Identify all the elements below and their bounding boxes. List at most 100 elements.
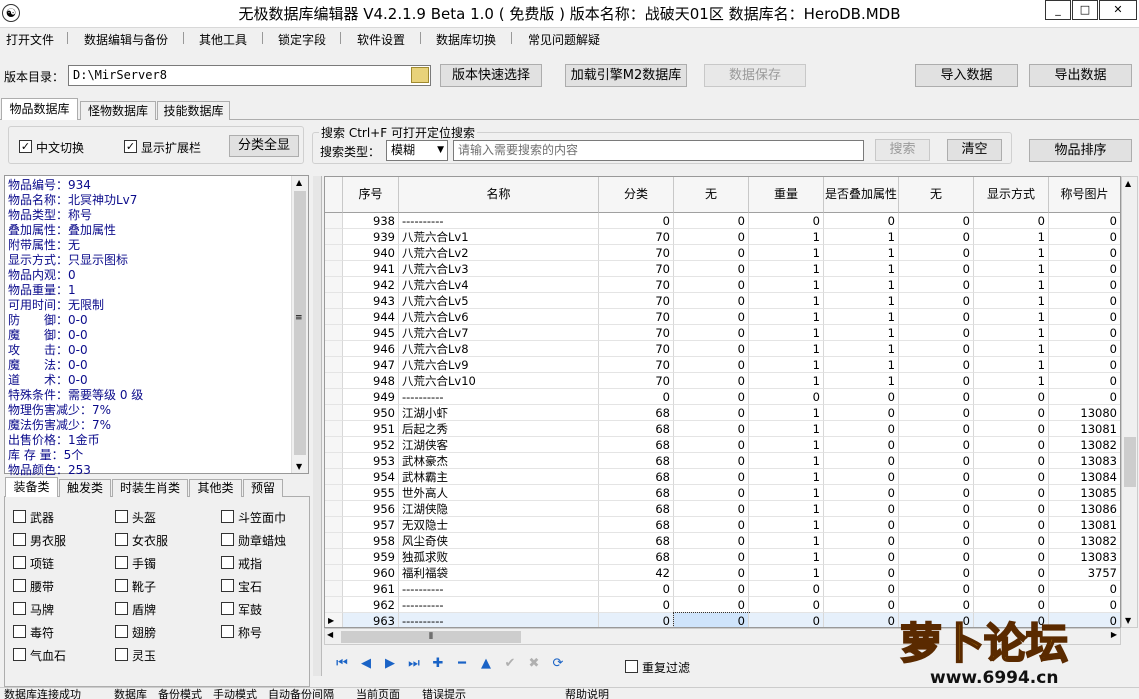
grid-cell[interactable]: 955 <box>343 485 399 501</box>
column-header[interactable]: 无 <box>899 177 974 213</box>
grid-cell[interactable]: 0 <box>824 581 899 597</box>
grid-cell[interactable]: 0 <box>974 533 1049 549</box>
category-checkbox[interactable] <box>13 510 26 523</box>
grid-cell[interactable]: 0 <box>674 373 749 389</box>
grid-cell[interactable]: 0 <box>974 517 1049 533</box>
grid-cell[interactable]: 0 <box>899 277 974 293</box>
grid-cell[interactable]: 0 <box>974 213 1049 229</box>
grid-cell[interactable]: 940 <box>343 245 399 261</box>
grid-cell[interactable]: 0 <box>674 485 749 501</box>
grid-cell[interactable]: 1 <box>824 373 899 389</box>
grid-cell[interactable]: 0 <box>899 533 974 549</box>
row-indicator[interactable] <box>325 389 343 405</box>
grid-cell[interactable]: 0 <box>899 325 974 341</box>
insert-icon[interactable]: ✚ <box>429 656 447 672</box>
grid-cell[interactable]: 0 <box>674 277 749 293</box>
grid-cell[interactable]: 0 <box>749 581 824 597</box>
row-indicator[interactable] <box>325 405 343 421</box>
grid-cell[interactable]: 0 <box>974 581 1049 597</box>
grid-cell[interactable]: 0 <box>974 389 1049 405</box>
grid-cell[interactable]: 1 <box>974 245 1049 261</box>
grid-cell[interactable]: 0 <box>674 453 749 469</box>
grid-cell[interactable]: 70 <box>599 357 674 373</box>
grid-cell[interactable]: 13082 <box>1049 437 1120 453</box>
grid-cell[interactable]: 0 <box>674 229 749 245</box>
tab-monsters[interactable]: 怪物数据库 <box>80 101 156 120</box>
grid-cell[interactable]: ---------- <box>399 597 599 613</box>
menu-software-settings[interactable]: 软件设置 <box>357 31 405 48</box>
grid-cell[interactable]: 0 <box>974 469 1049 485</box>
last-icon[interactable]: ⏭ <box>405 656 423 672</box>
grid-cell[interactable]: 0 <box>899 293 974 309</box>
column-header[interactable]: 重量 <box>749 177 824 213</box>
grid-cell[interactable]: 1 <box>749 485 824 501</box>
grid-cell[interactable]: 0 <box>824 453 899 469</box>
grid-cell[interactable]: 942 <box>343 277 399 293</box>
grid-cell[interactable]: 0 <box>974 405 1049 421</box>
grid-cell[interactable]: 0 <box>974 501 1049 517</box>
column-header[interactable]: 显示方式 <box>974 177 1049 213</box>
grid-cell[interactable]: 938 <box>343 213 399 229</box>
grid-cell[interactable]: 0 <box>599 597 674 613</box>
grid-cell[interactable]: 0 <box>674 325 749 341</box>
grid-cell[interactable]: 0 <box>674 405 749 421</box>
row-indicator[interactable] <box>325 277 343 293</box>
grid-cell[interactable]: 950 <box>343 405 399 421</box>
row-indicator[interactable] <box>325 421 343 437</box>
grid-cell[interactable]: 0 <box>674 357 749 373</box>
row-indicator[interactable] <box>325 229 343 245</box>
grid-cell[interactable]: 0 <box>674 421 749 437</box>
grid-cell[interactable]: 0 <box>824 405 899 421</box>
grid-cell[interactable]: 八荒六合Lv6 <box>399 309 599 325</box>
row-indicator[interactable] <box>325 437 343 453</box>
cat-tab-other[interactable]: 其他类 <box>189 479 242 497</box>
grid-cell[interactable]: 1 <box>749 245 824 261</box>
grid-cell[interactable]: 0 <box>599 213 674 229</box>
grid-cell[interactable]: 八荒六合Lv7 <box>399 325 599 341</box>
grid-cell[interactable]: 八荒六合Lv4 <box>399 277 599 293</box>
grid-cell[interactable]: 0 <box>749 613 824 627</box>
grid-cell[interactable]: 0 <box>749 597 824 613</box>
category-checkbox[interactable] <box>13 625 26 638</box>
dir-input[interactable]: D:\MirServer8 <box>68 65 431 86</box>
grid-cell[interactable]: 1 <box>749 405 824 421</box>
row-indicator[interactable] <box>325 357 343 373</box>
next-icon[interactable]: ▶ <box>381 656 399 672</box>
category-checkbox[interactable] <box>221 602 234 615</box>
grid-cell[interactable]: 1 <box>974 309 1049 325</box>
grid-cell[interactable]: 70 <box>599 325 674 341</box>
scroll-left-icon[interactable]: ◀ <box>327 630 333 639</box>
row-indicator[interactable] <box>325 245 343 261</box>
grid-cell[interactable]: 1 <box>824 261 899 277</box>
row-indicator[interactable] <box>325 533 343 549</box>
scroll-thumb[interactable]: ⦀ <box>341 631 521 643</box>
grid-cell[interactable]: 0 <box>974 421 1049 437</box>
grid-cell[interactable]: 风尘奇侠 <box>399 533 599 549</box>
grid-cell[interactable]: 0 <box>899 405 974 421</box>
grid-cell[interactable]: 0 <box>899 357 974 373</box>
grid-cell[interactable]: 福利福袋 <box>399 565 599 581</box>
menu-lock-fields[interactable]: 锁定字段 <box>278 31 326 48</box>
grid-cell[interactable]: 68 <box>599 485 674 501</box>
row-indicator[interactable] <box>325 485 343 501</box>
grid-cell[interactable]: 68 <box>599 405 674 421</box>
grid-cell[interactable]: 0 <box>974 565 1049 581</box>
save-button[interactable]: 数据保存 <box>704 64 806 87</box>
grid-cell[interactable]: 八荒六合Lv9 <box>399 357 599 373</box>
grid-cell[interactable]: 0 <box>1049 581 1120 597</box>
tab-skills[interactable]: 技能数据库 <box>157 101 230 120</box>
grid-cell[interactable]: 953 <box>343 453 399 469</box>
grid-cell[interactable]: 0 <box>1049 389 1120 405</box>
grid-cell[interactable]: 0 <box>674 597 749 613</box>
scroll-up-icon[interactable]: ▲ <box>296 178 302 187</box>
row-indicator[interactable] <box>325 565 343 581</box>
row-indicator[interactable] <box>325 293 343 309</box>
grid-cell[interactable]: 13080 <box>1049 405 1120 421</box>
grid-cell[interactable]: 1 <box>749 261 824 277</box>
grid-cell[interactable]: 951 <box>343 421 399 437</box>
category-checkbox[interactable] <box>13 579 26 592</box>
cat-tab-equipment[interactable]: 装备类 <box>5 477 58 497</box>
grid-cell[interactable]: 1 <box>824 341 899 357</box>
column-header[interactable]: 序号 <box>343 177 399 213</box>
load-engine-button[interactable]: 加载引擎M2数据库 <box>565 64 687 87</box>
